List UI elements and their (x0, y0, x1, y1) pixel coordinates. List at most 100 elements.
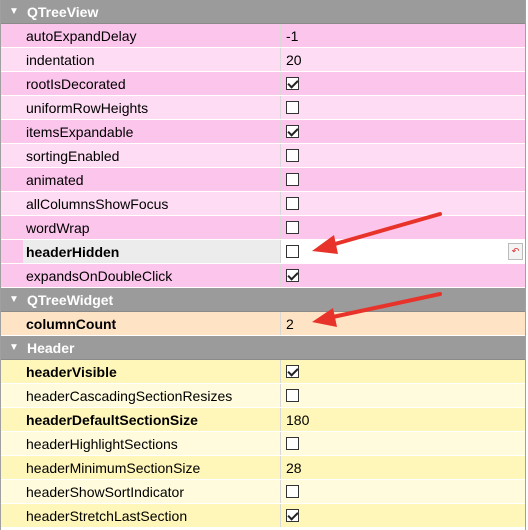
unchecked-checkbox[interactable] (286, 221, 299, 234)
property-name: uniformRowHeights (23, 96, 281, 119)
property-value[interactable] (281, 264, 525, 287)
row-indent (1, 408, 23, 431)
row-indent (1, 216, 23, 239)
unchecked-checkbox[interactable] (286, 389, 299, 402)
section-title: Header (27, 339, 75, 356)
property-name: headerDefaultSectionSize (23, 408, 281, 431)
row-indent (1, 360, 23, 383)
property-value[interactable] (281, 432, 525, 455)
property-row-headerMinimumSectionSize[interactable]: headerMinimumSectionSize 28 (1, 456, 525, 480)
property-row-headerHighlightSections[interactable]: headerHighlightSections (1, 432, 525, 456)
property-name: headerHighlightSections (23, 432, 281, 455)
unchecked-checkbox[interactable] (286, 485, 299, 498)
row-indent (1, 240, 23, 263)
property-name: autoExpandDelay (23, 24, 281, 47)
property-value[interactable] (281, 216, 525, 239)
property-row-headerCascadingSectionResizes[interactable]: headerCascadingSectionResizes (1, 384, 525, 408)
property-value[interactable]: -1 (281, 24, 525, 47)
value-text[interactable]: 28 (286, 460, 302, 476)
property-row-indentation[interactable]: indentation 20 (1, 48, 525, 72)
row-indent (1, 312, 23, 335)
checked-checkbox[interactable] (286, 509, 299, 522)
property-name: sortingEnabled (23, 144, 281, 167)
row-indent (1, 24, 23, 47)
property-name: animated (23, 168, 281, 191)
section-header-header[interactable]: ▼ Header (1, 336, 525, 360)
triangle-down-icon[interactable]: ▼ (1, 342, 27, 353)
row-indent (1, 432, 23, 455)
property-row-expandsOnDoubleClick[interactable]: expandsOnDoubleClick (1, 264, 525, 288)
unchecked-checkbox[interactable] (286, 101, 299, 114)
property-row-sortingEnabled[interactable]: sortingEnabled (1, 144, 525, 168)
checked-checkbox[interactable] (286, 365, 299, 378)
property-value[interactable] (281, 504, 525, 527)
property-name: indentation (23, 48, 281, 71)
property-row-rootIsDecorated[interactable]: rootIsDecorated (1, 72, 525, 96)
value-text[interactable]: -1 (286, 28, 298, 44)
unchecked-checkbox[interactable] (286, 149, 299, 162)
property-name: allColumnsShowFocus (23, 192, 281, 215)
property-value[interactable] (281, 168, 525, 191)
property-row-headerHidden[interactable]: headerHidden ↶ (1, 240, 525, 264)
property-name: headerHidden (23, 240, 281, 263)
row-indent (1, 120, 23, 143)
checked-checkbox[interactable] (286, 269, 299, 282)
property-value[interactable] (281, 384, 525, 407)
property-row-wordWrap[interactable]: wordWrap (1, 216, 525, 240)
checked-checkbox[interactable] (286, 125, 299, 138)
property-value[interactable]: 2 (281, 312, 525, 335)
property-value[interactable] (281, 192, 525, 215)
property-row-itemsExpandable[interactable]: itemsExpandable (1, 120, 525, 144)
property-value[interactable] (281, 72, 525, 95)
property-name: wordWrap (23, 216, 281, 239)
property-value[interactable] (281, 120, 525, 143)
property-row-headerVisible[interactable]: headerVisible (1, 360, 525, 384)
unchecked-checkbox[interactable] (286, 245, 299, 258)
unchecked-checkbox[interactable] (286, 197, 299, 210)
property-name: headerStretchLastSection (23, 504, 281, 527)
row-indent (1, 480, 23, 503)
row-indent (1, 504, 23, 527)
section-header-qtreewidget[interactable]: ▼ QTreeWidget (1, 288, 525, 312)
property-value[interactable]: 180 (281, 408, 525, 431)
triangle-down-icon[interactable]: ▼ (1, 6, 27, 17)
unchecked-checkbox[interactable] (286, 437, 299, 450)
row-indent (1, 168, 23, 191)
value-text[interactable]: 20 (286, 52, 302, 68)
triangle-down-icon[interactable]: ▼ (1, 294, 27, 305)
row-indent (1, 144, 23, 167)
property-editor: ▼ QTreeView autoExpandDelay -1 indentation 20… (0, 0, 526, 530)
property-name: headerMinimumSectionSize (23, 456, 281, 479)
property-value[interactable] (281, 360, 525, 383)
property-row-autoExpandDelay[interactable]: autoExpandDelay -1 (1, 24, 525, 48)
property-name: itemsExpandable (23, 120, 281, 143)
property-row-animated[interactable]: animated (1, 168, 525, 192)
property-value[interactable] (281, 96, 525, 119)
value-text[interactable]: 180 (286, 412, 309, 428)
reset-icon[interactable]: ↶ (508, 243, 523, 260)
property-value[interactable]: 28 (281, 456, 525, 479)
value-text[interactable]: 2 (286, 316, 294, 332)
row-indent (1, 456, 23, 479)
row-indent (1, 96, 23, 119)
property-row-headerStretchLastSection[interactable]: headerStretchLastSection (1, 504, 525, 528)
property-row-headerShowSortIndicator[interactable]: headerShowSortIndicator (1, 480, 525, 504)
property-name: rootIsDecorated (23, 72, 281, 95)
property-row-uniformRowHeights[interactable]: uniformRowHeights (1, 96, 525, 120)
unchecked-checkbox[interactable] (286, 173, 299, 186)
property-value[interactable]: 20 (281, 48, 525, 71)
property-value[interactable] (281, 144, 525, 167)
property-row-headerDefaultSectionSize[interactable]: headerDefaultSectionSize 180 (1, 408, 525, 432)
checked-checkbox[interactable] (286, 77, 299, 90)
property-row-columnCount[interactable]: columnCount 2 (1, 312, 525, 336)
property-name: headerVisible (23, 360, 281, 383)
row-indent (1, 72, 23, 95)
row-indent (1, 384, 23, 407)
property-value[interactable]: ↶ (281, 240, 525, 263)
property-value[interactable] (281, 480, 525, 503)
section-header-qtreeview[interactable]: ▼ QTreeView (1, 0, 525, 24)
property-name: headerShowSortIndicator (23, 480, 281, 503)
property-name: columnCount (23, 312, 281, 335)
section-title: QTreeView (27, 3, 99, 20)
property-row-allColumnsShowFocus[interactable]: allColumnsShowFocus (1, 192, 525, 216)
